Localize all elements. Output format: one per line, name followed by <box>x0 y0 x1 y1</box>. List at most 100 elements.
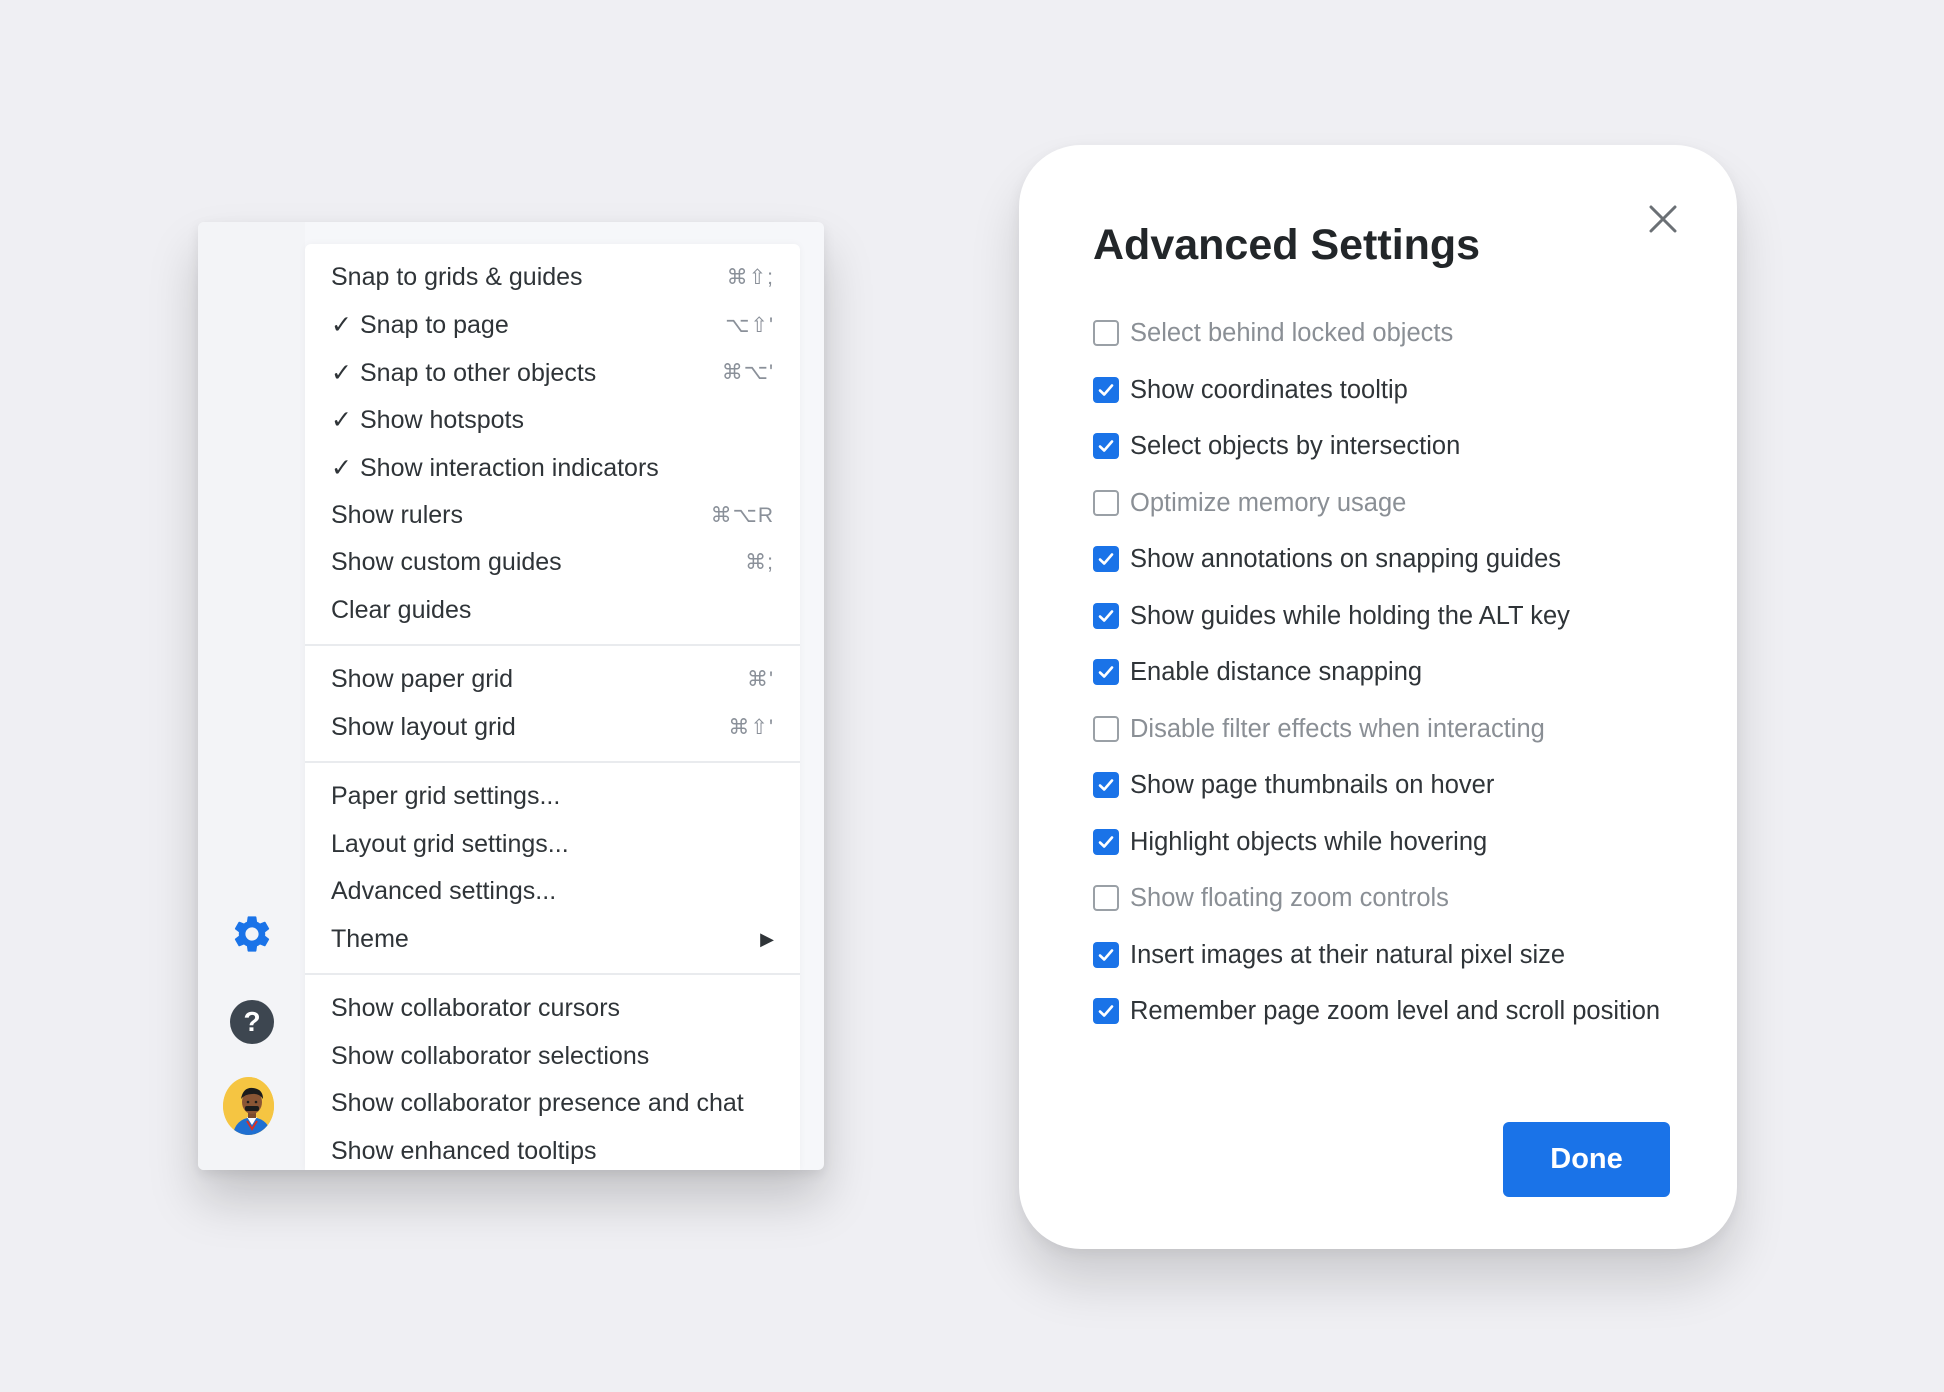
checkbox-checked[interactable] <box>1093 376 1119 403</box>
dialog-title: Advanced Settings <box>1093 221 1481 269</box>
options-list: Select behind locked objects Show coordin… <box>1093 315 1683 1050</box>
menu-item[interactable]: Show layout grid ⌘⇧' <box>305 704 800 752</box>
checkmark-icon: ✓ <box>331 358 352 387</box>
setting-option[interactable]: Optimize memory usage <box>1093 485 1683 521</box>
setting-option[interactable]: Show floating zoom controls <box>1093 880 1683 916</box>
setting-label: Highlight objects while hovering <box>1130 827 1488 856</box>
menu-item-label: Paper grid settings... <box>331 782 561 811</box>
menu-item[interactable]: Show rulers ⌘⌥R <box>305 492 800 540</box>
avatar <box>223 1077 274 1135</box>
setting-label: Show coordinates tooltip <box>1130 375 1408 404</box>
menu-item-label: Layout grid settings... <box>331 829 569 858</box>
menu-item[interactable]: Advanced settings... <box>305 868 800 916</box>
menu-item-label: Show enhanced tooltips <box>331 1136 597 1165</box>
settings-button[interactable] <box>230 912 274 956</box>
menu-item[interactable]: ✓ Show interaction indicators <box>305 444 800 492</box>
check-icon <box>1098 1005 1114 1017</box>
menu-item[interactable]: Show paper grid ⌘' <box>305 656 800 704</box>
menu-item[interactable]: ✓ Snap to page ⌥⇧' <box>305 302 800 350</box>
menu-item[interactable]: Clear guides <box>305 587 800 635</box>
setting-option[interactable]: Enable distance snapping <box>1093 654 1683 690</box>
check-icon <box>1098 779 1114 791</box>
checkbox-unchecked[interactable] <box>1093 320 1119 346</box>
setting-label: Insert images at their natural pixel siz… <box>1130 940 1566 969</box>
setting-label: Show page thumbnails on hover <box>1130 771 1495 799</box>
checkbox-checked[interactable] <box>1093 941 1119 968</box>
setting-label: Show guides while holding the ALT key <box>1130 601 1570 630</box>
menu-item-label: Show layout grid <box>331 712 516 741</box>
menu-item-label: Snap to grids & guides <box>331 263 583 292</box>
menu-item-label: Show rulers <box>331 500 463 529</box>
menu-item-label: Show paper grid <box>331 665 514 694</box>
checkbox-checked[interactable] <box>1093 828 1119 855</box>
setting-label: Enable distance snapping <box>1130 658 1423 686</box>
menu-section: Paper grid settings... Layout grid settin… <box>305 763 800 975</box>
check-icon <box>1098 440 1114 452</box>
menu-item[interactable]: Show collaborator selections <box>305 1033 800 1081</box>
check-icon <box>1098 553 1114 565</box>
menu-item-label: Advanced settings... <box>331 877 557 906</box>
setting-label: Select behind locked objects <box>1130 319 1454 347</box>
setting-label: Disable filter effects when interacting <box>1130 714 1545 743</box>
checkbox-checked[interactable] <box>1093 433 1119 459</box>
keyboard-shortcut: ⌘⇧; <box>726 266 774 290</box>
view-menu-window: ? Snap to grids & guides⌘⇧;✓Snap to p <box>198 222 824 1170</box>
menu-item-label: Show collaborator selections <box>331 1041 650 1070</box>
menu-item[interactable]: Show custom guides ⌘; <box>305 539 800 587</box>
menu-item-label: Snap to other objects <box>360 358 597 387</box>
close-icon <box>1649 205 1677 233</box>
menu-section: Snap to grids & guides ⌘⇧; ✓ Snap to page ⌥⇧… <box>305 244 800 646</box>
setting-option[interactable]: Show annotations on snapping guides <box>1093 541 1683 577</box>
check-icon <box>1098 835 1114 848</box>
check-icon <box>1098 666 1114 678</box>
menu-item[interactable]: Show collaborator presence and chat <box>305 1080 800 1128</box>
menu-item[interactable]: ✓ Snap to other objects ⌘⌥' <box>305 349 800 397</box>
checkbox-checked[interactable] <box>1093 772 1119 798</box>
done-button[interactable]: Done <box>1503 1122 1670 1197</box>
menu-item-label: Show interaction indicators <box>360 453 659 482</box>
checkmark-icon: ✓ <box>331 453 352 482</box>
setting-option[interactable]: Show page thumbnails on hover <box>1093 767 1683 803</box>
menu-item-label: Clear guides <box>331 595 472 624</box>
setting-label: Optimize memory usage <box>1130 488 1407 517</box>
menu-item-label: Show collaborator presence and chat <box>331 1089 744 1118</box>
checkbox-checked[interactable] <box>1093 659 1119 685</box>
setting-option[interactable]: Remember page zoom level and scroll posi… <box>1093 993 1683 1029</box>
setting-option[interactable]: Select behind locked objects <box>1093 315 1683 351</box>
advanced-settings-dialog: Advanced Settings Select behind locked o… <box>1019 145 1737 1249</box>
checkbox-unchecked[interactable] <box>1093 885 1119 911</box>
setting-label: Remember page zoom level and scroll posi… <box>1130 997 1661 1025</box>
checkbox-checked[interactable] <box>1093 998 1119 1024</box>
menu-item[interactable]: ✓ Show hotspots <box>305 397 800 445</box>
help-button[interactable]: ? <box>230 1000 274 1044</box>
setting-option[interactable]: Select objects by intersection <box>1093 428 1683 464</box>
setting-option[interactable]: Disable filter effects when interacting <box>1093 711 1683 747</box>
menu-item[interactable]: Snap to grids & guides ⌘⇧; <box>305 254 800 302</box>
submenu-arrow-icon: ▶ <box>760 928 774 949</box>
setting-option[interactable]: Insert images at their natural pixel siz… <box>1093 937 1683 973</box>
keyboard-shortcut: ⌘⌥R <box>710 503 774 527</box>
checkbox-checked[interactable] <box>1093 546 1119 572</box>
setting-option[interactable]: Show coordinates tooltip <box>1093 372 1683 408</box>
close-button[interactable] <box>1645 201 1681 237</box>
checkmark-icon: ✓ <box>331 406 352 435</box>
menu-item[interactable]: Paper grid settings... <box>305 773 800 821</box>
menu-item[interactable]: Layout grid settings... <box>305 821 800 869</box>
checkbox-checked[interactable] <box>1093 602 1119 629</box>
menu-item[interactable]: Show collaborator cursors <box>305 985 800 1033</box>
check-icon <box>1098 609 1114 622</box>
help-icon: ? <box>230 1000 274 1044</box>
keyboard-shortcut: ⌘⇧' <box>728 715 774 739</box>
view-menu: Snap to grids & guides ⌘⇧; ✓ Snap to page ⌥⇧… <box>305 244 800 1170</box>
setting-label: Show annotations on snapping guides <box>1130 545 1561 573</box>
checkbox-unchecked[interactable] <box>1093 489 1119 516</box>
menu-item[interactable]: Theme ▶ <box>305 916 800 964</box>
menu-item-label: Show collaborator cursors <box>331 994 621 1023</box>
setting-option[interactable]: Show guides while holding the ALT key <box>1093 598 1683 634</box>
setting-label: Show floating zoom controls <box>1130 884 1449 912</box>
setting-option[interactable]: Highlight objects while hovering <box>1093 824 1683 860</box>
menu-item[interactable]: Show enhanced tooltips <box>305 1128 800 1171</box>
user-avatar-button[interactable] <box>223 1077 274 1135</box>
menu-item-label: Show custom guides <box>331 548 562 577</box>
checkbox-unchecked[interactable] <box>1093 715 1119 742</box>
